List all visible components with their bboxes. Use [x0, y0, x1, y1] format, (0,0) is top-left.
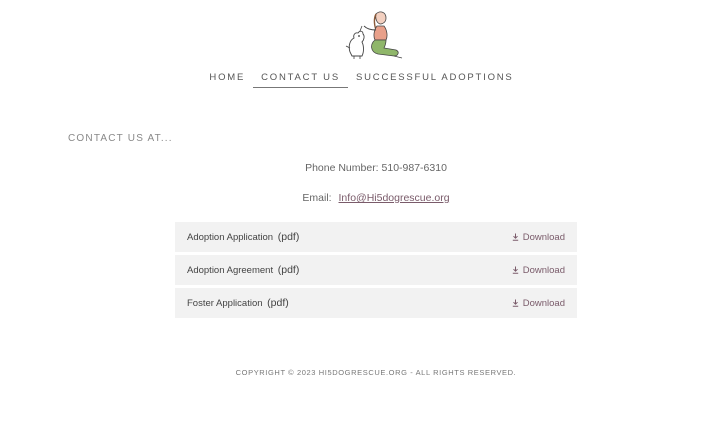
file-ext: (pdf)	[277, 231, 300, 243]
download-icon	[512, 266, 518, 274]
file-name: Adoption Agreement	[187, 265, 274, 276]
nav-contact-us[interactable]: CONTACT US	[253, 72, 348, 88]
file-name: Foster Application	[187, 298, 263, 309]
footer-copyright: COPYRIGHT © 2023 HI5DOGRESCUE.ORG - ALL …	[235, 368, 517, 377]
main-nav: HOME CONTACT US SUCCESSFUL ADOPTIONS	[0, 72, 723, 88]
download-row-adoption-agreement: Adoption Agreement (pdf) Download	[175, 255, 577, 285]
download-icon	[512, 299, 518, 307]
downloads-list: Adoption Application (pdf) Download Adop…	[175, 222, 577, 321]
download-label: Download	[522, 297, 565, 309]
email-line: Email: Info@Hi5dogrescue.org	[0, 192, 723, 204]
logo-illustration	[345, 11, 403, 59]
download-row-adoption-application: Adoption Application (pdf) Download	[175, 222, 577, 252]
download-filename: Adoption Agreement (pdf)	[187, 264, 299, 276]
download-button[interactable]: Download	[512, 298, 565, 309]
download-label: Download	[522, 231, 565, 243]
site-logo[interactable]	[340, 8, 412, 62]
download-label: Download	[522, 264, 565, 276]
phone-number: Phone Number: 510-987-6310	[305, 162, 447, 174]
download-button[interactable]: Download	[512, 265, 565, 276]
download-filename: Foster Application (pdf)	[187, 297, 289, 309]
nav-successful-adoptions[interactable]: SUCCESSFUL ADOPTIONS	[348, 72, 522, 88]
section-title: CONTACT US AT...	[68, 133, 173, 144]
download-filename: Adoption Application (pdf)	[187, 231, 299, 243]
email-label: Email:	[302, 192, 332, 204]
nav-home[interactable]: HOME	[201, 72, 253, 88]
download-button[interactable]: Download	[512, 232, 565, 243]
download-icon	[512, 233, 518, 241]
file-name: Adoption Application	[187, 232, 274, 243]
email-link[interactable]: Info@Hi5dogrescue.org	[339, 192, 450, 204]
file-ext: (pdf)	[267, 297, 289, 309]
download-row-foster-application: Foster Application (pdf) Download	[175, 288, 577, 318]
file-ext: (pdf)	[277, 264, 300, 276]
